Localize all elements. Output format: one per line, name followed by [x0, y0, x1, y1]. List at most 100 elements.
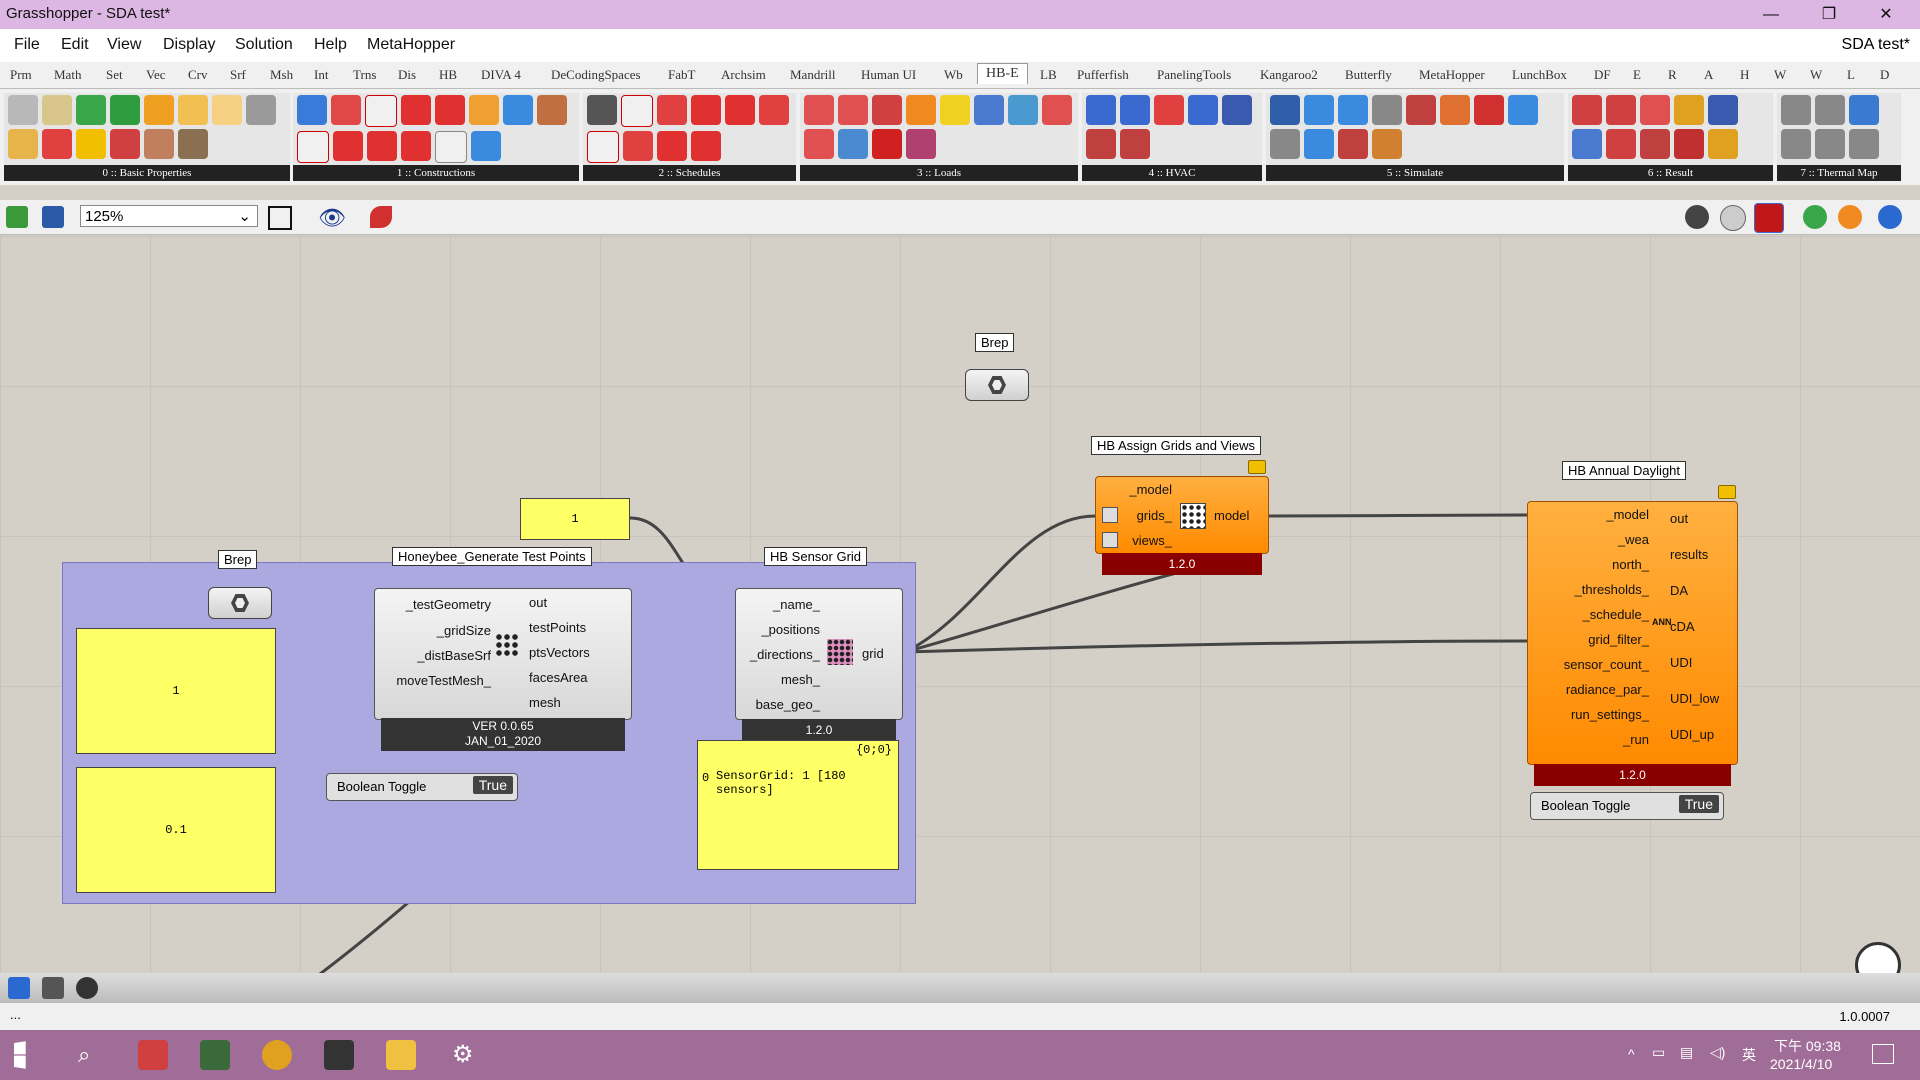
- selected-only-icon[interactable]: [1803, 205, 1827, 229]
- component-icon[interactable]: [1222, 95, 1252, 125]
- app-icon[interactable]: [138, 1040, 168, 1070]
- output-label[interactable]: out: [1670, 511, 1688, 526]
- tab-d[interactable]: D: [1880, 67, 1889, 83]
- tab-fabt[interactable]: FabT: [668, 67, 695, 83]
- zoom-select[interactable]: 125% ⌄: [80, 205, 258, 227]
- component-icon[interactable]: [333, 131, 363, 161]
- tab-dis[interactable]: Dis: [398, 67, 416, 83]
- component-icon[interactable]: [725, 95, 755, 125]
- component-icon[interactable]: [691, 95, 721, 125]
- generate-test-points-component[interactable]: _testGeometry _gridSize _distBaseSrf mov…: [374, 588, 632, 751]
- component-icon[interactable]: [872, 129, 902, 159]
- component-icon[interactable]: [1188, 95, 1218, 125]
- tab-metahopper[interactable]: MetaHopper: [1419, 67, 1485, 83]
- toggle-value[interactable]: True: [1678, 795, 1719, 813]
- start-icon[interactable]: [14, 1041, 26, 1069]
- component-icon[interactable]: [587, 95, 617, 125]
- component-icon[interactable]: [1042, 95, 1072, 125]
- input-label[interactable]: _distBaseSrf: [417, 648, 491, 663]
- preview-mesh-icon[interactable]: [1838, 205, 1862, 229]
- tab-l[interactable]: L: [1847, 67, 1855, 83]
- component-icon[interactable]: [1640, 95, 1670, 125]
- toggle-value[interactable]: True: [472, 776, 513, 794]
- component-icon[interactable]: [1372, 129, 1402, 159]
- component-icon[interactable]: [1008, 95, 1038, 125]
- component-icon[interactable]: [1815, 129, 1845, 159]
- component-icon[interactable]: [110, 129, 140, 159]
- clock-time[interactable]: 下午 09:38: [1774, 1036, 1841, 1056]
- component-icon[interactable]: [906, 129, 936, 159]
- menu-metahopper[interactable]: MetaHopper: [367, 36, 455, 54]
- input-label[interactable]: _wea: [1618, 532, 1649, 547]
- panel-label[interactable]: 1 :: Constructions: [293, 165, 579, 181]
- tab-wb[interactable]: Wb: [944, 67, 963, 83]
- component-icon[interactable]: [838, 129, 868, 159]
- clock-date[interactable]: 2021/4/10: [1770, 1056, 1832, 1072]
- component-icon[interactable]: [297, 131, 329, 163]
- text-panel[interactable]: {0;0} 0 SensorGrid: 1 [180 sensors]: [697, 740, 899, 870]
- ime-indicator[interactable]: 英: [1742, 1045, 1756, 1065]
- component-icon[interactable]: [1674, 129, 1704, 159]
- menu-file[interactable]: File: [14, 36, 40, 54]
- component-icon[interactable]: [1120, 95, 1150, 125]
- tab-int[interactable]: Int: [314, 67, 328, 83]
- assign-grids-component[interactable]: _model grids_ views_ model 1.2.0: [1095, 476, 1269, 575]
- input-label[interactable]: views_: [1132, 533, 1172, 548]
- component-icon[interactable]: [1815, 95, 1845, 125]
- menu-display[interactable]: Display: [163, 36, 215, 54]
- gear-icon[interactable]: ⚙: [452, 1040, 474, 1069]
- chevron-up-icon[interactable]: ^: [1628, 1046, 1635, 1062]
- output-label[interactable]: UDI_low: [1670, 691, 1719, 706]
- brep-param-left[interactable]: [208, 587, 272, 619]
- open-file-icon[interactable]: [6, 206, 28, 228]
- component-icon[interactable]: [401, 95, 431, 125]
- tab-prm[interactable]: Prm: [10, 67, 32, 83]
- component-icon[interactable]: [1640, 129, 1670, 159]
- battery-icon[interactable]: ▭: [1652, 1044, 1665, 1061]
- output-label[interactable]: UDI_up: [1670, 727, 1714, 742]
- component-icon[interactable]: [974, 95, 1004, 125]
- shaded-preview-icon[interactable]: [1754, 203, 1784, 233]
- component-icon[interactable]: [1606, 95, 1636, 125]
- component-icon[interactable]: [1270, 95, 1300, 125]
- tab-humanui[interactable]: Human UI: [861, 67, 916, 83]
- tab-math[interactable]: Math: [54, 67, 81, 83]
- grasshopper-canvas[interactable]: Brep Brep 1 1 0.1 Honeybee_Generate Test…: [0, 236, 1920, 1003]
- component-icon[interactable]: [503, 95, 533, 125]
- component-icon[interactable]: [1674, 95, 1704, 125]
- output-label[interactable]: results: [1670, 547, 1708, 562]
- tab-df[interactable]: DF: [1594, 67, 1611, 83]
- tab-mandrill[interactable]: Mandrill: [790, 67, 836, 83]
- tab-w1[interactable]: W: [1774, 67, 1786, 83]
- menu-help[interactable]: Help: [314, 36, 347, 54]
- eye-icon[interactable]: 👁: [318, 205, 346, 231]
- input-label[interactable]: mesh_: [781, 672, 820, 687]
- boolean-toggle-1[interactable]: Boolean Toggle True: [326, 773, 518, 801]
- input-label[interactable]: _positions: [761, 622, 820, 637]
- output-label[interactable]: model: [1214, 508, 1249, 523]
- component-icon[interactable]: [804, 95, 834, 125]
- tab-r[interactable]: R: [1668, 67, 1677, 83]
- tab-panelingtools[interactable]: PanelingTools: [1157, 67, 1231, 83]
- app-icon[interactable]: [200, 1040, 230, 1070]
- component-icon[interactable]: [621, 95, 653, 127]
- tab-crv[interactable]: Crv: [188, 67, 208, 83]
- input-label[interactable]: radiance_par_: [1566, 682, 1649, 697]
- output-label[interactable]: cDA: [1670, 619, 1695, 634]
- component-icon[interactable]: [587, 131, 619, 163]
- component-icon[interactable]: [1086, 95, 1116, 125]
- component-icon[interactable]: [8, 129, 38, 159]
- tab-decodingspaces[interactable]: DeCodingSpaces: [551, 67, 641, 83]
- input-label[interactable]: _model: [1606, 507, 1649, 522]
- component-icon[interactable]: [1440, 95, 1470, 125]
- component-icon[interactable]: [1338, 129, 1368, 159]
- component-icon[interactable]: [657, 131, 687, 161]
- component-icon[interactable]: [657, 95, 687, 125]
- component-icon[interactable]: [1781, 95, 1811, 125]
- tab-w2[interactable]: W: [1810, 67, 1822, 83]
- component-icon[interactable]: [365, 95, 397, 127]
- tab-trns[interactable]: Trns: [353, 67, 376, 83]
- component-icon[interactable]: [178, 129, 208, 159]
- component-icon[interactable]: [1086, 129, 1116, 159]
- folder-icon[interactable]: [386, 1040, 416, 1070]
